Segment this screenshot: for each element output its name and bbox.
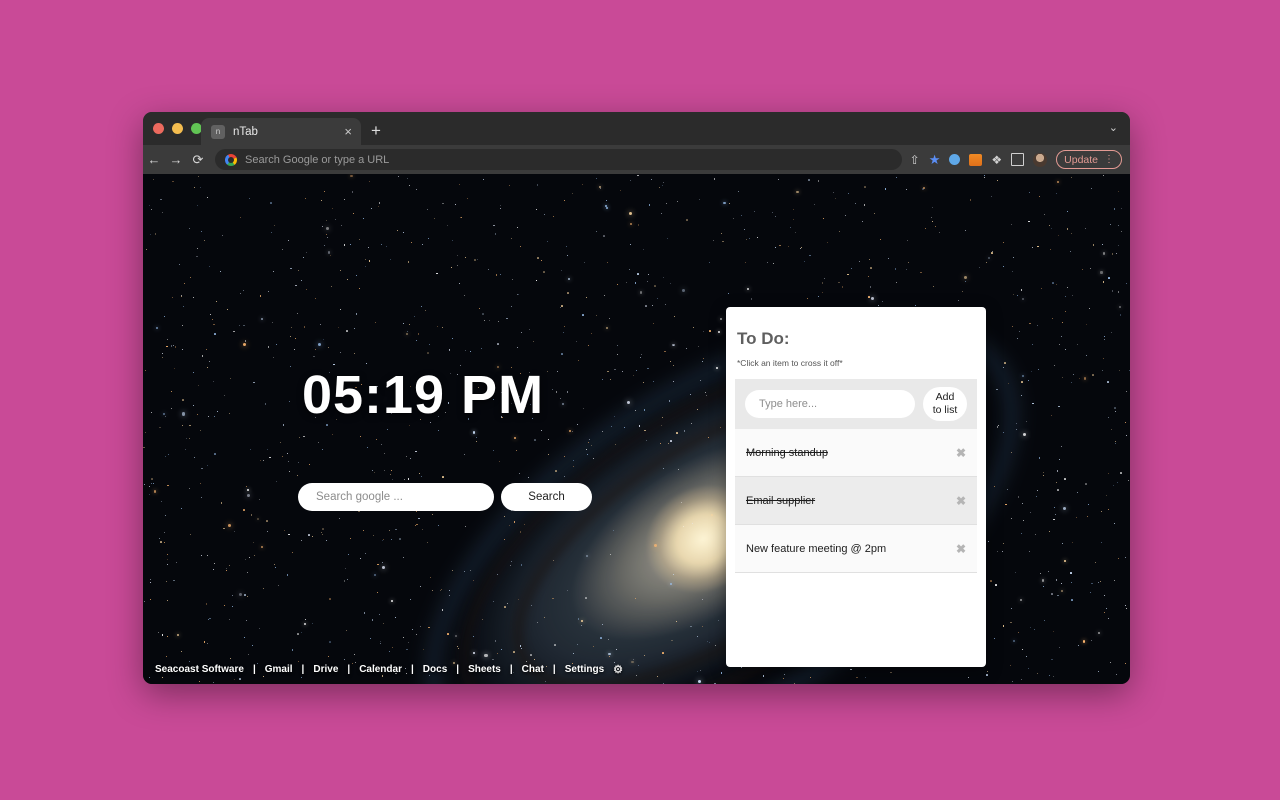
delete-icon[interactable]: ✖ (956, 542, 966, 556)
link-drive[interactable]: Drive (308, 664, 343, 675)
extensions-puzzle-icon[interactable]: ❖ (991, 154, 1002, 166)
side-panel-icon[interactable] (1011, 153, 1025, 166)
fox-extension-icon[interactable] (969, 153, 983, 166)
close-tab-icon[interactable]: × (344, 125, 352, 138)
todo-item[interactable]: Email supplier ✖ (735, 477, 977, 525)
separator: | (552, 664, 556, 675)
todo-panel: To Do: *Click an item to cross it off* A… (726, 307, 986, 667)
todo-item-label[interactable]: New feature meeting @ 2pm (746, 543, 956, 555)
tab-favicon-icon: n (211, 124, 225, 139)
forward-button[interactable]: → (165, 152, 187, 167)
avatar[interactable] (1033, 152, 1048, 167)
window-traffic-lights (153, 123, 202, 134)
toolbar-icons: ⇧ ★ ❖ Update ⋮ (910, 150, 1130, 169)
separator: | (252, 664, 256, 675)
reload-button[interactable]: ⟳ (187, 152, 209, 168)
separator: | (456, 664, 460, 675)
share-icon[interactable]: ⇧ (910, 154, 920, 166)
clock: 05:19 PM (301, 365, 545, 425)
separator: | (347, 664, 351, 675)
link-sheets[interactable]: Sheets (463, 664, 506, 675)
link-docs[interactable]: Docs (418, 664, 452, 675)
new-tab-page: 05:19 PM Search To Do: *Click an item to… (143, 174, 1130, 684)
new-tab-button[interactable]: + (371, 122, 381, 139)
search-button[interactable]: Search (501, 483, 592, 511)
todo-subtitle: *Click an item to cross it off* (737, 358, 843, 368)
browser-tab[interactable]: n nTab × (201, 118, 361, 145)
todo-item[interactable]: Morning standup ✖ (735, 429, 977, 477)
google-icon (225, 153, 237, 166)
chevron-down-icon[interactable]: ⌄ (1109, 121, 1118, 134)
search-row: Search (298, 483, 592, 511)
address-bar[interactable]: Search Google or type a URL (215, 149, 902, 170)
todo-input-bar: Add to list (735, 379, 977, 429)
todo-item-label[interactable]: Morning standup (746, 447, 956, 459)
todo-item[interactable]: New feature meeting @ 2pm ✖ (735, 525, 977, 573)
add-to-list-button[interactable]: Add to list (923, 387, 967, 421)
delete-icon[interactable]: ✖ (956, 494, 966, 508)
link-gmail[interactable]: Gmail (260, 664, 298, 675)
todo-item-label[interactable]: Email supplier (746, 495, 956, 507)
todo-title: To Do: (737, 329, 790, 348)
tab-strip: n nTab × + ⌄ (143, 112, 1130, 145)
todo-input[interactable] (745, 390, 915, 418)
separator: | (509, 664, 513, 675)
browser-toolbar: ← → ⟳ Search Google or type a URL ⇧ ★ ❖ … (143, 145, 1130, 174)
blue-circle-extension-icon[interactable] (949, 154, 961, 165)
tab-title: nTab (233, 125, 258, 138)
link-seacoast-software[interactable]: Seacoast Software (150, 664, 249, 675)
separator: | (410, 664, 414, 675)
add-button-line2: to list (932, 404, 958, 416)
minimize-window-button[interactable] (172, 123, 183, 134)
link-calendar[interactable]: Calendar (354, 664, 407, 675)
bookmark-star-icon[interactable]: ★ (929, 153, 941, 166)
update-label: Update (1064, 153, 1098, 166)
link-chat[interactable]: Chat (517, 664, 549, 675)
close-window-button[interactable] (153, 123, 164, 134)
kebab-menu-icon[interactable]: ⋮ (1104, 154, 1114, 165)
bottom-links-bar: Seacoast Software | Gmail | Drive | Cale… (150, 663, 623, 676)
add-button-line1: Add (935, 390, 955, 403)
address-bar-placeholder: Search Google or type a URL (245, 153, 390, 166)
delete-icon[interactable]: ✖ (956, 446, 966, 460)
link-settings[interactable]: Settings (560, 664, 609, 675)
gear-icon[interactable]: ⚙ (613, 663, 623, 676)
separator: | (301, 664, 305, 675)
update-button[interactable]: Update ⋮ (1056, 150, 1122, 169)
todo-list: Morning standup ✖ Email supplier ✖ New f… (735, 429, 977, 573)
back-button[interactable]: ← (143, 152, 165, 167)
search-input[interactable] (298, 483, 494, 511)
browser-window: n nTab × + ⌄ ← → ⟳ Search Google or type… (143, 112, 1130, 684)
